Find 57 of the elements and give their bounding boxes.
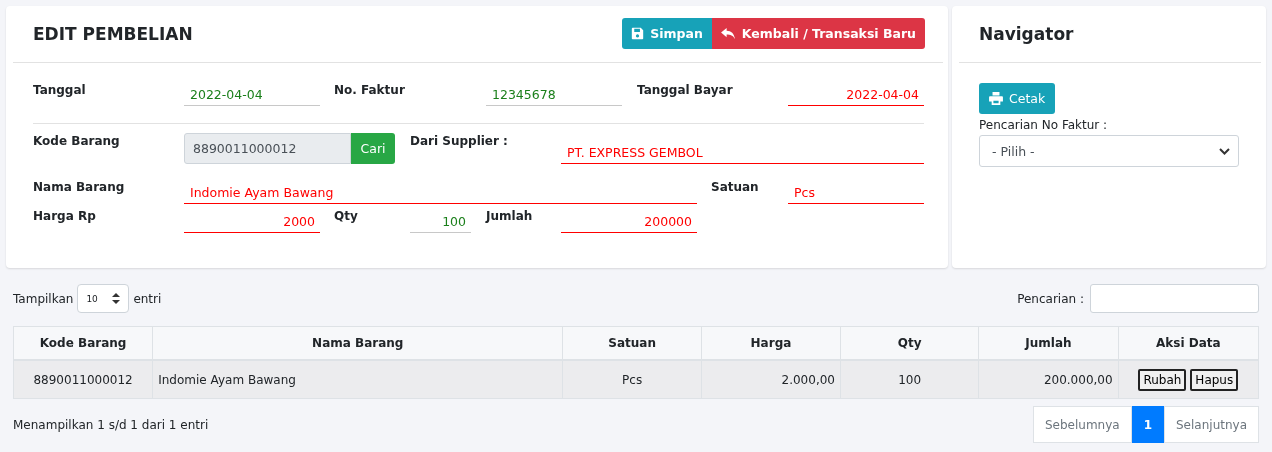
delete-button[interactable]: Hapus xyxy=(1190,368,1239,391)
field-label: Dari Supplier : xyxy=(410,133,509,148)
entries-info: Menampilkan 1 s/d 1 dari 1 entri xyxy=(13,417,209,432)
show-label: Tampilkan xyxy=(13,291,74,306)
column-header: Harga xyxy=(701,326,841,360)
field-label: Satuan xyxy=(711,179,760,194)
printer-icon xyxy=(989,92,1003,105)
page-button[interactable]: Selanjutnya xyxy=(1164,406,1259,443)
back-button[interactable]: Kembali / Transaksi Baru xyxy=(711,18,925,49)
card-title: EDIT PEMBELIAN xyxy=(33,24,193,44)
field-label: Qty xyxy=(334,208,359,223)
card-title: Navigator xyxy=(979,24,1074,44)
supplier-field[interactable]: PT. EXPRESS GEMBOL xyxy=(561,142,924,164)
edit-button[interactable]: Rubah xyxy=(1138,368,1187,391)
table-cell: 100 xyxy=(840,360,979,399)
total-field[interactable]: 200000 xyxy=(561,211,697,233)
save-button[interactable]: Simpan xyxy=(622,18,712,49)
table-cell: Pcs xyxy=(562,360,702,399)
code-field[interactable]: 8890011000012 xyxy=(184,133,351,164)
field-label: No. Faktur xyxy=(334,82,406,97)
search-label: Pencarian No Faktur : xyxy=(979,118,1109,132)
qty-field[interactable]: 100 xyxy=(410,211,471,233)
reply-icon xyxy=(720,27,736,40)
unit-field[interactable]: Pcs xyxy=(788,182,924,204)
table-cell: Indomie Ayam Bawang xyxy=(152,360,563,399)
column-header: Jumlah xyxy=(978,326,1119,360)
entries-label: entri xyxy=(133,291,162,306)
print-button[interactable]: Cetak xyxy=(979,83,1056,114)
invoice-field[interactable]: 12345678 xyxy=(486,84,622,106)
page-size-select[interactable]: 10 xyxy=(77,284,130,313)
column-header: Qty xyxy=(840,326,979,360)
column-header: Satuan xyxy=(562,326,702,360)
table-cell: 8890011000012 xyxy=(13,360,153,399)
field-label: Kode Barang xyxy=(33,133,121,148)
field-label: Harga Rp xyxy=(33,208,97,223)
price-field[interactable]: 2000 xyxy=(184,211,320,233)
column-header: Kode Barang xyxy=(13,326,153,360)
floppy-icon xyxy=(631,27,645,40)
page-button[interactable]: Sebelumnya xyxy=(1032,406,1132,443)
search-field[interactable] xyxy=(1090,284,1259,313)
search-label: Pencarian : xyxy=(1017,291,1084,306)
sort-arrows-icon xyxy=(112,293,121,304)
column-header: Aksi Data xyxy=(1118,326,1259,360)
column-header: Nama Barang xyxy=(152,326,563,360)
field-label: Jumlah xyxy=(486,208,534,223)
field-label: Tanggal Bayar xyxy=(637,82,734,97)
item-name-field[interactable]: Indomie Ayam Bawang xyxy=(184,182,697,204)
page-button[interactable]: 1 xyxy=(1131,406,1164,443)
search-button[interactable]: Cari xyxy=(351,133,395,164)
chevron-down-icon xyxy=(1219,147,1230,155)
date-field[interactable]: 2022-04-04 xyxy=(788,84,924,106)
table-cell: 2.000,00 xyxy=(701,360,841,399)
field-label: Nama Barang xyxy=(33,179,126,194)
field-label: Tanggal xyxy=(33,82,87,97)
invoice-dropdown[interactable]: - Pilih - xyxy=(979,135,1239,167)
table-cell: 200.000,00 xyxy=(978,360,1119,399)
date-field[interactable]: 2022-04-04 xyxy=(184,84,320,106)
